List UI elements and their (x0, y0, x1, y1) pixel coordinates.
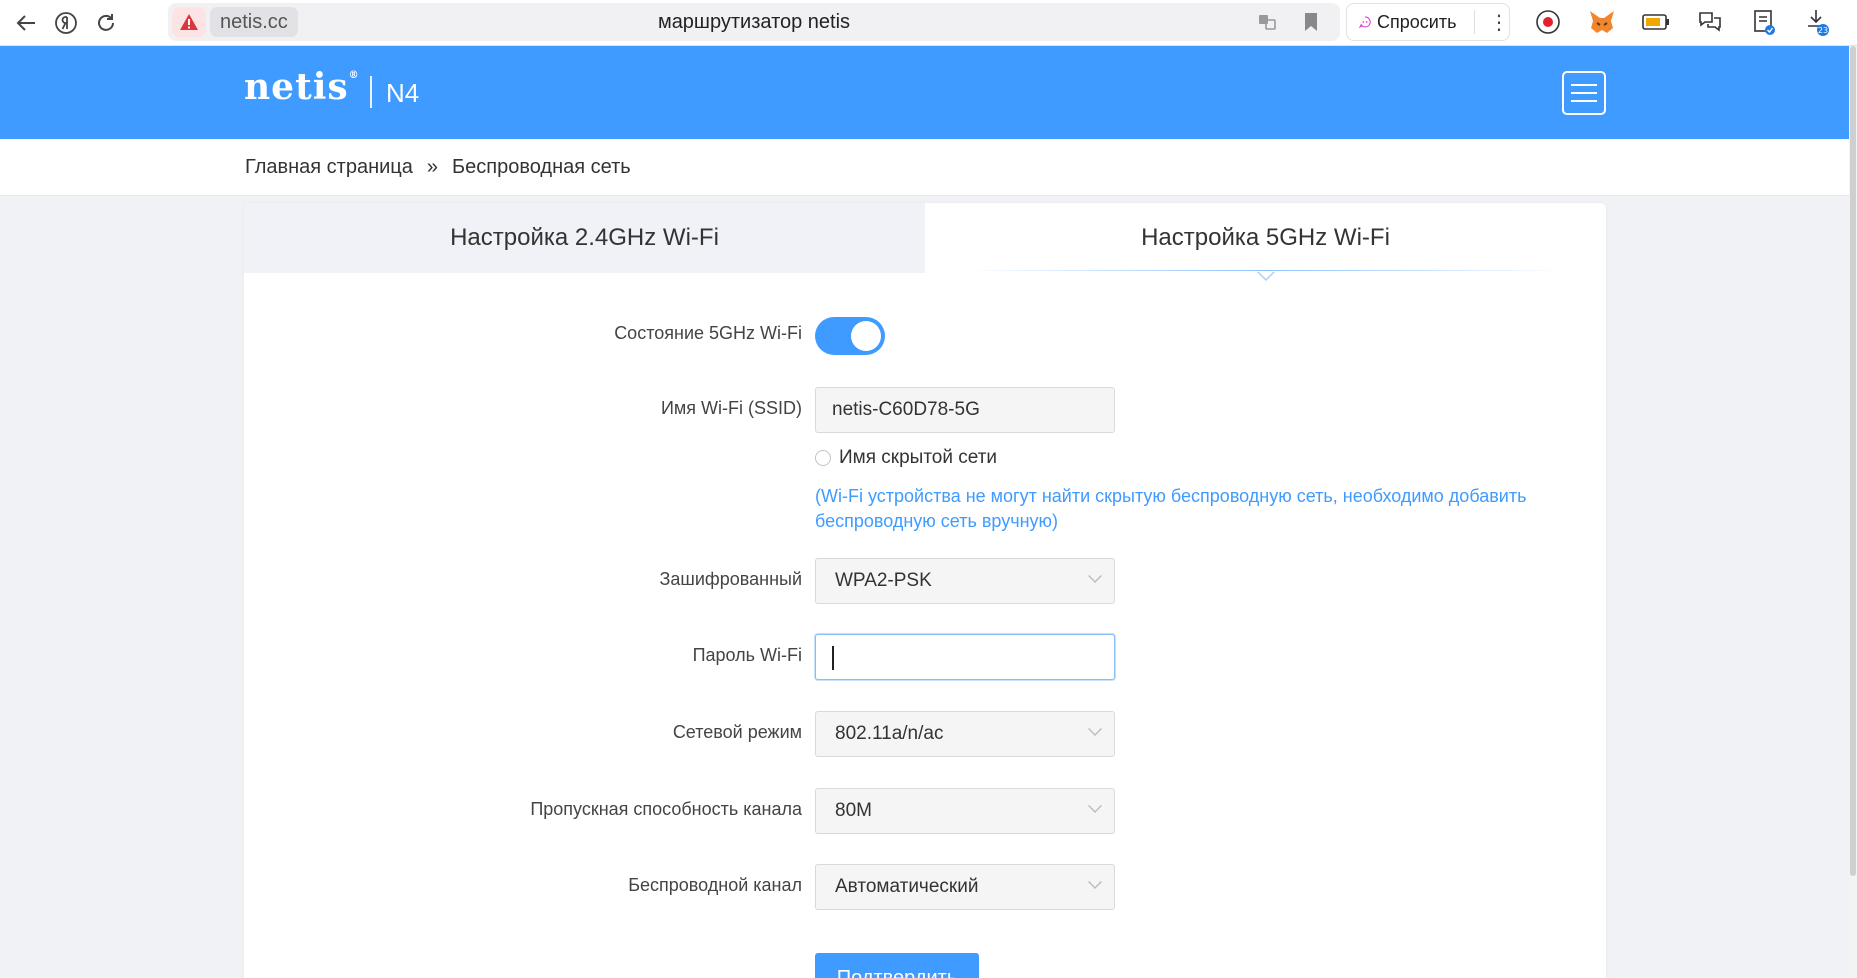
channel-label: Беспроводной канал (628, 875, 802, 895)
site-header: netis® N4 (0, 46, 1857, 139)
network-mode-label: Сетевой режим (672, 722, 802, 742)
back-arrow-icon[interactable] (6, 3, 46, 43)
password-input[interactable] (815, 634, 1115, 680)
router-model: N4 (386, 78, 420, 108)
ssid-label: Имя Wi-Fi (SSID) (660, 398, 802, 418)
chevron-down-icon (1088, 799, 1102, 813)
hidden-network-label: Имя скрытой сети (839, 447, 998, 468)
extension-check-icon[interactable] (1746, 4, 1782, 40)
hamburger-menu-icon[interactable] (1562, 71, 1606, 115)
reload-icon[interactable] (86, 3, 126, 43)
more-vertical-icon[interactable]: ⋮ (1489, 10, 1509, 35)
breadcrumb-home[interactable]: Главная страница (245, 156, 413, 179)
address-bar[interactable]: netis.cc маршрутизатор netis (168, 3, 1340, 41)
ask-label: Спросить (1377, 11, 1457, 32)
tab-2-4ghz[interactable]: Настройка 2.4GHz Wi-Fi (244, 203, 925, 273)
logo-divider (370, 76, 372, 108)
downloads-badge: 23 (1818, 26, 1828, 35)
record-icon[interactable] (1530, 4, 1566, 40)
wifi-settings-card: Настройка 2.4GHz Wi-Fi Настройка 5GHz Wi… (244, 203, 1606, 978)
chat-bubbles-icon[interactable] (1692, 4, 1728, 40)
confirm-button[interactable]: Подтвердить (815, 953, 979, 978)
chevron-down-icon (1088, 722, 1102, 736)
ssid-input[interactable] (815, 387, 1115, 433)
security-warning-icon[interactable] (172, 7, 206, 37)
metamask-fox-icon[interactable] (1584, 4, 1620, 40)
yandex-icon[interactable] (46, 3, 86, 43)
chevron-down-icon (1088, 875, 1102, 889)
password-label: Пароль Wi-Fi (692, 645, 802, 665)
chevron-down-icon (1088, 569, 1102, 583)
breadcrumb-current: Беспроводная сеть (452, 156, 631, 178)
breadcrumb: Главная страница » Беспроводная сеть (245, 156, 631, 179)
hidden-network-hint: (Wi-Fi устройства не могут найти скрытую… (815, 486, 1527, 531)
channel-select[interactable]: Автоматический (815, 864, 1115, 910)
bookmark-icon[interactable] (1296, 7, 1326, 37)
encryption-label: Зашифрованный (659, 569, 802, 589)
browser-page-title: маршрутизатор netis (657, 10, 851, 33)
battery-icon[interactable] (1638, 4, 1674, 40)
bandwidth-label: Пропускная способность канала (530, 799, 802, 819)
active-tab-caret-icon (1256, 271, 1275, 281)
wifi-band-tabs: Настройка 2.4GHz Wi-Fi Настройка 5GHz Wi… (244, 203, 1606, 281)
wifi-state-toggle[interactable] (815, 317, 885, 355)
network-mode-select[interactable]: 802.11a/n/ac (815, 711, 1115, 757)
downloads-icon[interactable]: 23 (1800, 4, 1836, 40)
breadcrumb-separator: » (426, 156, 439, 178)
browser-toolbar: netis.cc маршрутизатор netis Спросить ⋮ (0, 0, 1857, 46)
alice-icon (1359, 16, 1371, 29)
hidden-network-option[interactable]: Имя скрытой сети (815, 447, 997, 469)
breadcrumb-bar: Главная страница » Беспроводная сеть (0, 139, 1857, 196)
netis-logo[interactable]: netis® (244, 66, 360, 108)
translate-icon[interactable] (1252, 7, 1282, 37)
ask-alice-button[interactable]: Спросить ⋮ (1346, 3, 1510, 41)
encryption-select[interactable]: WPA2-PSK (815, 558, 1115, 604)
wifi-state-label: Состояние 5GHz Wi-Fi (614, 323, 802, 343)
scrollbar-thumb[interactable] (1850, 46, 1856, 876)
hidden-network-radio[interactable] (815, 450, 831, 466)
url-text[interactable]: netis.cc (210, 7, 298, 37)
page-scrollbar[interactable] (1849, 46, 1857, 978)
tab-5ghz[interactable]: Настройка 5GHz Wi-Fi (925, 203, 1606, 281)
text-cursor (832, 646, 834, 670)
bandwidth-select[interactable]: 80M (815, 788, 1115, 834)
